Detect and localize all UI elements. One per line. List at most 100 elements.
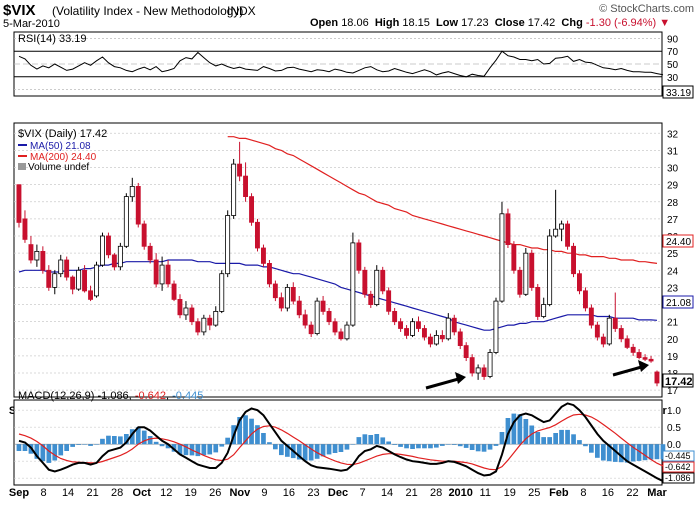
x-axis-label-bottom: 19: [504, 487, 516, 499]
candle-body: [600, 336, 606, 345]
candle-body: [421, 328, 427, 338]
x-axis-label-bottom: 19: [185, 487, 197, 499]
price-tick-label: 31: [667, 146, 679, 157]
macd-histogram-bar: [207, 444, 213, 455]
candle-body: [356, 242, 362, 271]
candle-body: [571, 245, 576, 275]
x-axis-label-bottom: 25: [528, 487, 540, 499]
macd-histogram-bar: [571, 434, 576, 445]
candle-body: [368, 293, 374, 305]
candle-body: [445, 317, 451, 340]
rsi-tick-label: 90: [667, 34, 679, 45]
x-axis-label-bottom: 8: [40, 487, 46, 499]
macd-histogram-bar: [404, 444, 409, 449]
macd-histogram-bar: [481, 444, 487, 452]
macd-tick-label: 0.0: [667, 440, 681, 451]
candle-body: [135, 185, 141, 225]
legend-vix: $VIX (Daily) 17.42: [18, 128, 107, 140]
macd-histogram-bar: [267, 442, 272, 445]
candle-body: [648, 358, 654, 362]
candle-body: [362, 269, 368, 295]
rsi-tick-label: 70: [667, 47, 679, 58]
x-axis-label-bottom: Mar: [647, 487, 667, 499]
candle-body: [52, 273, 58, 288]
macd-histogram-bar: [100, 438, 105, 445]
candle-body: [541, 304, 547, 317]
candle-body: [439, 334, 445, 340]
price-tick-label: 23: [667, 283, 679, 294]
x-axis-label-bottom: Nov: [229, 487, 251, 499]
candle-body: [266, 262, 272, 285]
candle-body: [22, 218, 28, 240]
candle-body: [129, 185, 135, 198]
candle-body: [70, 276, 76, 290]
macd-histogram-bar: [261, 433, 266, 445]
macd-histogram-bar: [213, 444, 219, 453]
candle-body: [630, 346, 636, 353]
ma50-last-label: 21.08: [666, 298, 691, 309]
candle-body: [392, 310, 398, 323]
candle-body: [386, 290, 392, 312]
macd-histogram-bar: [118, 436, 123, 445]
candle-body: [290, 286, 296, 302]
macd-histogram-bar: [326, 444, 332, 455]
x-axis-label-bottom: 11: [480, 487, 491, 499]
macd-histogram-bar: [380, 437, 386, 445]
macd-histogram-bar: [106, 435, 111, 445]
x-axis-label-bottom: 16: [602, 487, 614, 499]
candle-body: [195, 321, 201, 333]
candle-body: [487, 352, 493, 377]
macd-histogram-bar: [511, 413, 517, 445]
candle-body: [624, 338, 630, 348]
macd-histogram-bar: [82, 444, 87, 445]
macd-histogram-bar: [356, 437, 362, 445]
candle-body: [237, 163, 242, 177]
price-tick-label: 20: [667, 335, 679, 346]
x-axis-label-bottom: Oct: [133, 487, 152, 499]
macd-histogram-bar: [601, 444, 606, 461]
macd-histogram-bar: [386, 441, 391, 445]
macd-histogram-bar: [350, 444, 356, 445]
macd-histogram-bar: [493, 444, 499, 446]
macd-histogram-bar: [249, 418, 254, 445]
candle-body: [463, 345, 469, 359]
macd-histogram-bar: [153, 441, 159, 445]
macd-histogram-bar: [434, 444, 439, 448]
candle-body: [141, 223, 147, 247]
macd-frame: [13, 399, 663, 486]
macd-histogram-bar: [463, 444, 469, 448]
macd-histogram-bar: [517, 414, 523, 445]
candle-body: [618, 328, 624, 340]
candle-body: [577, 273, 582, 292]
macd-histogram-bar: [147, 436, 153, 445]
price-tick-label: 27: [667, 215, 679, 226]
candle-body: [201, 317, 207, 333]
candle-body: [153, 259, 159, 285]
candle-body: [583, 290, 588, 309]
candle-body: [82, 269, 87, 292]
candle-body: [213, 310, 219, 326]
macd-histogram-bar: [64, 444, 69, 451]
x-axis-labels-bottom: Sep 8 14 21 28 Oct 12 19 26 Nov 9 16 23 Dec 7 14 21 28 201…: [9, 487, 668, 499]
close-last-label: 17.42: [665, 376, 693, 388]
macd-histogram-bar: [344, 444, 350, 450]
price-ticks: 32313029282726252423222120191817: [667, 129, 679, 397]
macd-histogram-bar: [654, 444, 660, 460]
macd-histogram-bar: [451, 444, 457, 445]
macd-histogram-bar: [368, 435, 374, 445]
x-axis-label-bottom: 8: [580, 487, 586, 499]
candle-body: [123, 196, 129, 247]
macd-histogram-bar: [362, 434, 368, 445]
candle-body: [284, 286, 290, 309]
candle-body: [147, 245, 153, 261]
candle-body: [225, 215, 231, 275]
x-axis-label-bottom: 21: [86, 487, 98, 499]
legend-volume: Volume undef: [28, 162, 89, 173]
macd-histogram-bar: [648, 444, 654, 460]
macd-histogram-bar: [469, 444, 475, 450]
x-axis-label-bottom: Dec: [328, 487, 348, 499]
candle-body: [64, 259, 70, 278]
macd-histogram-bar: [618, 444, 624, 463]
candle-body: [100, 235, 105, 266]
candle-body: [326, 310, 332, 323]
